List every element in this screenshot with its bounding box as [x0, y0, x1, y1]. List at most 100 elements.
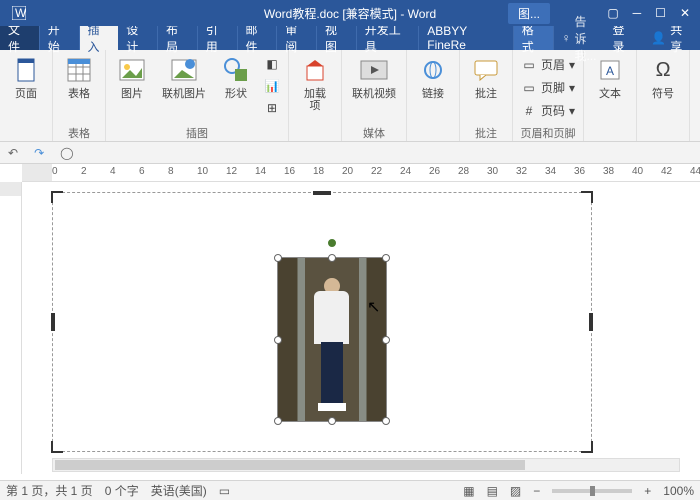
- resize-handle[interactable]: [274, 417, 282, 425]
- contextual-tab-label[interactable]: 图...: [508, 3, 550, 24]
- chart-button[interactable]: 📊: [262, 76, 282, 96]
- tab-view[interactable]: 视图: [317, 26, 357, 50]
- redo-icon[interactable]: ↷: [34, 146, 44, 160]
- comment-button[interactable]: 批注: [464, 52, 508, 102]
- frame-corner: [581, 441, 593, 453]
- page-icon: [10, 54, 42, 86]
- resize-handle[interactable]: [328, 254, 336, 262]
- zoom-level[interactable]: 100%: [663, 484, 694, 498]
- table-button[interactable]: 表格: [57, 52, 101, 102]
- editor-area: ↖: [0, 182, 700, 474]
- group-header-footer: ▭页眉▾ ▭页脚▾ #页码▾ 页眉和页脚: [513, 50, 584, 141]
- header-button[interactable]: ▭页眉▾: [519, 54, 577, 75]
- tab-developer[interactable]: 开发工具: [357, 26, 419, 50]
- online-video-button[interactable]: 联机视频: [346, 52, 402, 102]
- svg-text:W: W: [15, 6, 26, 20]
- dropdown-icon: ▾: [569, 81, 575, 95]
- resize-handle[interactable]: [274, 254, 282, 262]
- footer-icon: ▭: [521, 80, 537, 96]
- repeat-icon[interactable]: ◯: [60, 146, 73, 160]
- user-icon[interactable]: ▢: [607, 6, 618, 20]
- symbol-button[interactable]: Ω符号: [641, 52, 685, 102]
- quick-actions-bar: ↶ ↷ ◯: [0, 142, 700, 164]
- document-canvas[interactable]: ↖: [22, 182, 700, 474]
- smartart-icon: ◧: [264, 56, 280, 72]
- lightbulb-icon: ♀: [562, 31, 571, 45]
- macro-icon[interactable]: ▭: [219, 484, 230, 498]
- scrollbar-thumb[interactable]: [55, 460, 525, 470]
- maximize-icon[interactable]: ☐: [655, 6, 666, 20]
- frame-handle[interactable]: [589, 313, 593, 331]
- tab-references[interactable]: 引用: [198, 26, 238, 50]
- vertical-ruler[interactable]: [0, 182, 22, 474]
- addins-button[interactable]: 加载 项: [293, 52, 337, 114]
- close-icon[interactable]: ✕: [680, 6, 690, 20]
- share-icon: 👤: [651, 31, 666, 45]
- group-symbols: Ω符号: [637, 50, 690, 141]
- video-icon: [358, 54, 390, 86]
- pages-button[interactable]: 页面: [4, 52, 48, 102]
- shapes-icon: [220, 54, 252, 86]
- page-indicator[interactable]: 第 1 页，共 1 页: [6, 482, 93, 499]
- frame-corner: [51, 441, 63, 453]
- language-indicator[interactable]: 英语(美国): [151, 482, 207, 499]
- tell-me[interactable]: ♀告诉我...: [554, 26, 605, 50]
- frame-corner: [51, 191, 63, 203]
- screenshot-icon: ⊞: [264, 100, 280, 116]
- omega-icon: Ω: [647, 54, 679, 86]
- svg-text:A: A: [606, 64, 614, 78]
- shapes-button[interactable]: 形状: [214, 52, 258, 102]
- group-tables: 表格 表格: [53, 50, 106, 141]
- tab-design[interactable]: 设计: [118, 26, 158, 50]
- login-button[interactable]: 登录: [605, 26, 644, 50]
- tab-home[interactable]: 开始: [40, 26, 80, 50]
- resize-handle[interactable]: [328, 417, 336, 425]
- resize-handle[interactable]: [382, 336, 390, 344]
- dropdown-icon: ▾: [569, 104, 575, 118]
- pictures-button[interactable]: 图片: [110, 52, 154, 102]
- tab-layout[interactable]: 布局: [158, 26, 198, 50]
- tab-review[interactable]: 审阅: [277, 26, 317, 50]
- online-pictures-button[interactable]: 联机图片: [156, 52, 212, 102]
- resize-handle[interactable]: [382, 254, 390, 262]
- group-addins: 加载 项: [289, 50, 342, 141]
- store-icon: [299, 54, 331, 86]
- screenshot-button[interactable]: ⊞: [262, 98, 282, 118]
- zoom-out-icon[interactable]: −: [533, 484, 540, 498]
- link-icon: [417, 54, 449, 86]
- horizontal-ruler[interactable]: 0246810121416182022242628303234363840424…: [22, 164, 700, 182]
- image-icon: [116, 54, 148, 86]
- group-links: 链接: [407, 50, 460, 141]
- tab-format[interactable]: 格式: [514, 26, 554, 50]
- tab-insert[interactable]: 插入: [80, 26, 119, 50]
- pagenumber-button[interactable]: #页码▾: [519, 100, 577, 121]
- frame-handle[interactable]: [51, 313, 55, 331]
- inserted-image[interactable]: [277, 257, 387, 422]
- group-text: A文本: [584, 50, 637, 141]
- zoom-in-icon[interactable]: +: [644, 484, 651, 498]
- status-bar: 第 1 页，共 1 页 0 个字 英语(美国) ▭ ▦ ▤ ▨ − + 100%: [0, 480, 700, 500]
- links-button[interactable]: 链接: [411, 52, 455, 102]
- tab-file[interactable]: 文件: [0, 26, 40, 50]
- smartart-button[interactable]: ◧: [262, 54, 282, 74]
- textbox-icon: A: [594, 54, 626, 86]
- tab-mailings[interactable]: 邮件: [238, 26, 278, 50]
- resize-handle[interactable]: [274, 336, 282, 344]
- table-icon: [63, 54, 95, 86]
- resize-handle[interactable]: [382, 417, 390, 425]
- frame-handle[interactable]: [313, 191, 331, 195]
- share-button[interactable]: 👤共享: [643, 26, 700, 50]
- view-read-icon[interactable]: ▤: [487, 484, 498, 498]
- frame-corner: [581, 191, 593, 203]
- footer-button[interactable]: ▭页脚▾: [519, 77, 577, 98]
- view-web-icon[interactable]: ▨: [510, 484, 521, 498]
- tab-abbyy[interactable]: ABBYY FineRe: [419, 26, 514, 50]
- view-print-icon[interactable]: ▦: [463, 484, 474, 498]
- horizontal-scrollbar[interactable]: [52, 458, 680, 472]
- rotation-handle[interactable]: [327, 238, 337, 248]
- undo-icon[interactable]: ↶: [8, 146, 18, 160]
- document-title: Word教程.doc [兼容模式] - Word: [264, 5, 436, 22]
- minimize-icon[interactable]: ─: [633, 6, 642, 20]
- zoom-slider[interactable]: [552, 489, 632, 493]
- word-count[interactable]: 0 个字: [105, 482, 139, 499]
